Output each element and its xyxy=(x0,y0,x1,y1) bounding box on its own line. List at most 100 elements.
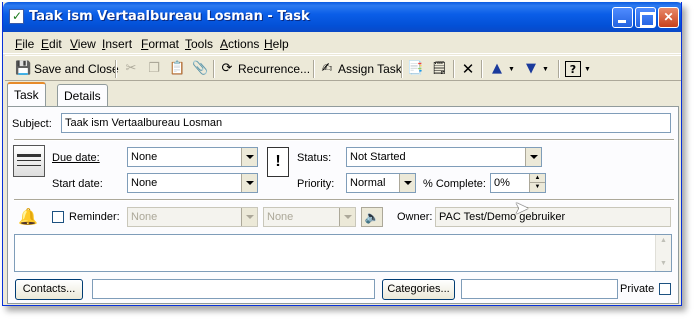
status-label: Status: xyxy=(297,152,332,164)
categories-button[interactable]: Categories... xyxy=(382,279,455,300)
send-status-report-button[interactable]: 📑 xyxy=(407,59,426,79)
subject-input[interactable]: Taak ism Vertaalbureau Losman xyxy=(61,113,671,133)
reminder-checkbox[interactable] xyxy=(52,211,64,223)
cut-button[interactable]: ✂ xyxy=(123,59,142,79)
recurrence-icon: ⟳ xyxy=(221,61,233,76)
notes-textarea[interactable]: ▲ ▼ xyxy=(14,234,672,272)
reminder-label: Reminder: xyxy=(69,211,120,223)
menu-tools[interactable]: Tools xyxy=(185,37,213,51)
arrow-up-icon: ▲ xyxy=(492,61,502,76)
divider xyxy=(14,199,674,201)
notes-scrollbar[interactable]: ▲ ▼ xyxy=(655,235,671,271)
recurrence-label: Recurrence... xyxy=(238,62,311,76)
recurrence-button[interactable]: ⟳ Recurrence... xyxy=(219,59,310,79)
toolbar-separator xyxy=(481,60,483,78)
clipboard-icon: 📋 xyxy=(169,61,186,76)
standard-toolbar: 💾 Save and Close ✂ ❐ 📋 📎 ⟳ Recurrence...… xyxy=(5,55,681,81)
spin-up-icon[interactable]: ▲ xyxy=(529,174,545,183)
scroll-down-icon[interactable]: ▼ xyxy=(656,258,671,270)
previous-item-button[interactable]: ▲ ▼ xyxy=(489,59,515,79)
delete-button[interactable]: ✕ xyxy=(460,59,479,79)
menu-view[interactable]: View xyxy=(70,37,96,51)
maximize-button[interactable] xyxy=(635,7,656,28)
chevron-down-icon[interactable] xyxy=(339,208,355,226)
priority-dropdown[interactable]: Normal xyxy=(346,173,416,193)
window-title: Taak ism Vertaalbureau Losman - Task xyxy=(29,9,310,24)
status-value: Not Started xyxy=(350,151,406,163)
next-item-button[interactable]: ▼ ▼ xyxy=(523,59,549,79)
reminder-time-value: None xyxy=(267,211,294,223)
chevron-down-icon[interactable] xyxy=(525,148,541,166)
paste-button[interactable]: 📋 xyxy=(169,59,188,79)
reminder-date-dropdown[interactable]: None xyxy=(127,207,258,227)
menu-edit[interactable]: Edit xyxy=(41,37,62,51)
reminder-time-dropdown[interactable]: None xyxy=(263,207,356,227)
chevron-down-icon: ▼ xyxy=(542,65,549,73)
help-button[interactable]: ? ▼ xyxy=(565,59,591,79)
menu-file[interactable]: File xyxy=(15,37,34,51)
toolbar-separator xyxy=(313,60,315,78)
percent-complete-value: 0% xyxy=(494,177,510,189)
tab-strip: Task Details xyxy=(3,82,681,106)
status-dropdown[interactable]: Not Started xyxy=(346,147,542,167)
save-and-close-button[interactable]: 💾 Save and Close xyxy=(15,59,119,79)
mark-complete-button[interactable]: 🗒 xyxy=(431,59,450,79)
spin-down-icon[interactable]: ▼ xyxy=(529,183,545,192)
help-icon: ? xyxy=(565,61,581,77)
speaker-icon: 🔈 xyxy=(364,210,380,224)
task-form: Subject: Taak ism Vertaalbureau Losman D… xyxy=(7,106,679,304)
due-date-label: Due date: xyxy=(52,152,100,164)
chevron-down-icon[interactable] xyxy=(241,208,257,226)
calendar-icon xyxy=(13,145,45,177)
owner-label: Owner: xyxy=(397,211,433,223)
bell-icon: 🔔 xyxy=(18,207,38,226)
assign-task-icon: ✍ xyxy=(321,61,333,76)
paperclip-icon: 📎 xyxy=(192,61,209,76)
subject-label: Subject: xyxy=(12,118,52,130)
chevron-down-icon: ▼ xyxy=(508,65,515,73)
start-date-value: None xyxy=(131,177,158,189)
tab-task[interactable]: Task xyxy=(7,82,46,106)
chevron-down-icon[interactable] xyxy=(241,148,257,166)
importance-icon: ! xyxy=(267,147,289,177)
reminder-date-value: None xyxy=(131,211,158,223)
scissors-icon: ✂ xyxy=(125,61,137,76)
due-date-dropdown[interactable]: None xyxy=(127,147,258,167)
divider xyxy=(14,139,674,141)
toolbar-separator xyxy=(115,60,117,78)
title-bar[interactable]: Taak ism Vertaalbureau Losman - Task ✕ xyxy=(3,2,681,32)
tab-details[interactable]: Details xyxy=(57,84,108,106)
chevron-down-icon[interactable] xyxy=(241,174,257,192)
menu-actions[interactable]: Actions xyxy=(220,37,259,51)
percent-complete-spinner[interactable]: 0% ▲ ▼ xyxy=(490,173,546,193)
mouse-pointer-icon: ➤ xyxy=(514,198,530,219)
private-checkbox[interactable] xyxy=(659,283,671,295)
status-report-icon: 📑 xyxy=(407,61,424,76)
attach-button[interactable]: 📎 xyxy=(192,59,211,79)
minimize-button[interactable] xyxy=(612,7,633,28)
reminder-sound-button[interactable]: 🔈 xyxy=(361,207,383,227)
menu-help[interactable]: Help xyxy=(264,37,289,51)
arrow-down-icon: ▼ xyxy=(526,61,536,76)
contacts-button[interactable]: Contacts... xyxy=(15,279,83,300)
owner-field: PAC Test/Demo gebruiker xyxy=(435,207,671,227)
task-window: Taak ism Vertaalbureau Losman - Task ✕ F… xyxy=(2,2,682,306)
priority-label: Priority: xyxy=(297,178,335,190)
copy-button[interactable]: ❐ xyxy=(146,59,165,79)
chevron-down-icon[interactable] xyxy=(399,174,415,192)
scroll-up-icon[interactable]: ▲ xyxy=(656,235,671,247)
close-button[interactable]: ✕ xyxy=(658,7,679,28)
menu-bar: File Edit View Insert Format Tools Actio… xyxy=(3,32,681,54)
start-date-label: Start date: xyxy=(52,178,103,190)
menu-insert[interactable]: Insert xyxy=(102,37,132,51)
menu-format[interactable]: Format xyxy=(141,37,179,51)
assign-task-button[interactable]: ✍ Assign Task xyxy=(319,59,402,79)
toolbar-separator xyxy=(453,60,455,78)
toolbar-separator xyxy=(213,60,215,78)
categories-input[interactable] xyxy=(461,279,618,299)
start-date-dropdown[interactable]: None xyxy=(127,173,258,193)
copy-icon: ❐ xyxy=(148,61,160,76)
contacts-input[interactable] xyxy=(92,279,375,299)
percent-complete-label: % Complete: xyxy=(423,178,486,190)
priority-value: Normal xyxy=(350,177,386,189)
